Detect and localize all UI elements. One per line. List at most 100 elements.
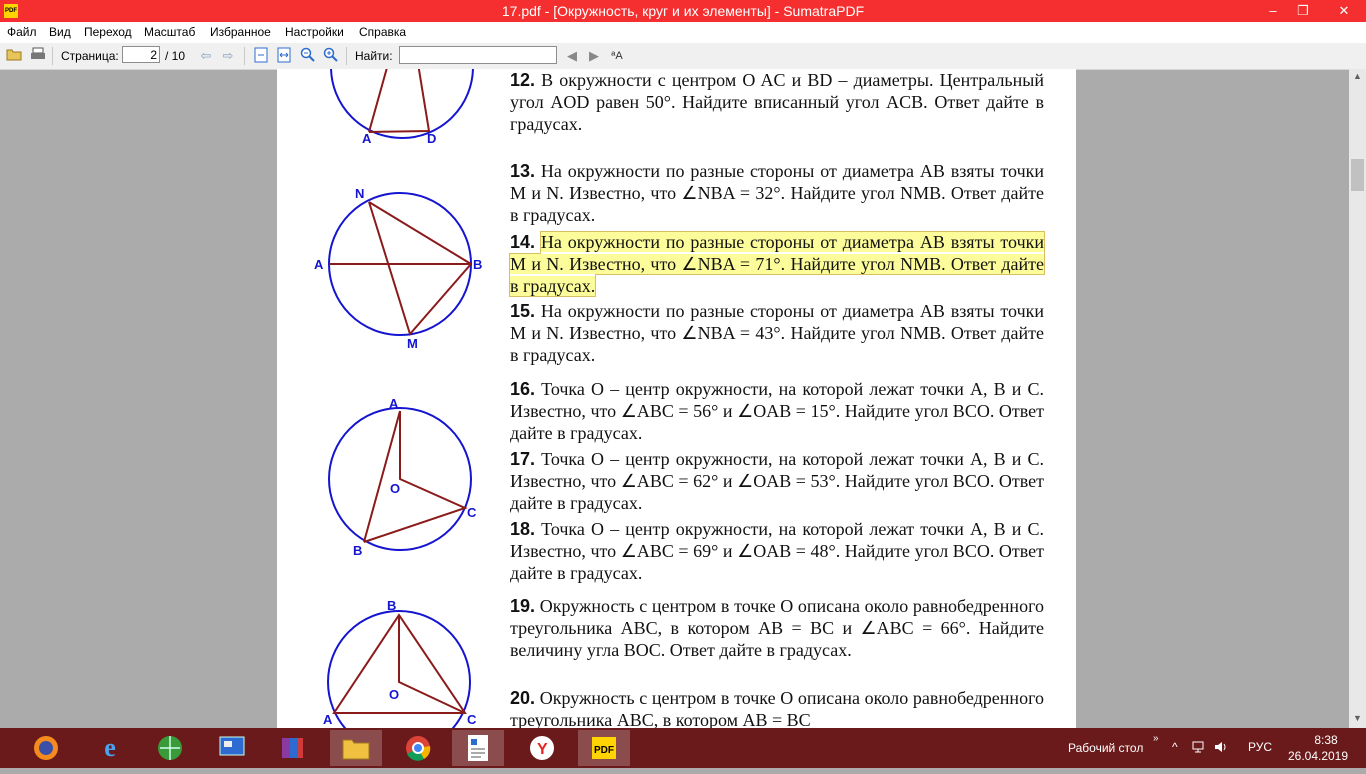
scroll-down-icon[interactable]: ▼ [1349, 713, 1366, 723]
problem-text: Точка O – центр окружности, на которой л… [510, 449, 1045, 513]
winrar-icon[interactable] [266, 730, 318, 766]
scrollbar-thumb[interactable] [1351, 159, 1364, 191]
label-O: O [389, 687, 399, 702]
chevron-up-icon[interactable]: ^ [1172, 740, 1178, 754]
open-folder-icon[interactable] [5, 47, 23, 65]
toolbar: Страница: / 10 ⇦ ⇨ Найти: ◀ ▶ ªA [0, 43, 1366, 70]
menu-file[interactable]: Файл [7, 25, 37, 39]
close-button[interactable]: ✕ [1322, 0, 1366, 22]
label-M: M [407, 336, 418, 351]
circle [330, 69, 474, 139]
segments [332, 613, 467, 714]
network-status-icon[interactable] [1192, 740, 1204, 757]
problem-text: Точка O – центр окружности, на которой л… [510, 379, 1045, 443]
svg-text:PDF: PDF [594, 745, 614, 756]
problem-text: На окружности по разные стороны от диаме… [510, 161, 1044, 225]
vertical-scrollbar[interactable]: ▲ ▼ [1349, 69, 1366, 728]
clock-time[interactable]: 8:38 [1296, 733, 1356, 747]
find-label: Найти: [355, 49, 393, 63]
page-number-input[interactable] [122, 46, 160, 63]
problem-13: 13. На окружности по разные стороны от д… [510, 160, 1044, 226]
problem-text: Окружность с центром в точке O описана о… [510, 688, 1045, 728]
previous-page-icon[interactable]: ⇦ [197, 47, 215, 65]
menu-zoom[interactable]: Масштаб [144, 25, 195, 39]
problem-18: 18. Точка O – центр окружности, на котор… [510, 518, 1044, 584]
chevron-right-icon[interactable]: » [1153, 733, 1159, 744]
figure-isosceles-triangle: B O A C [323, 598, 477, 728]
yandex-browser-icon[interactable]: Y [516, 730, 568, 766]
problem-text: В окружности с центром O AC и BD – диаме… [510, 70, 1045, 134]
problem-number: 20. [510, 688, 536, 708]
segments [363, 410, 468, 543]
clock-date[interactable]: 26.04.2019 [1283, 749, 1353, 763]
restore-button[interactable]: ❐ [1288, 0, 1318, 22]
network-icon[interactable] [144, 730, 196, 766]
problem-text: Точка O – центр окружности, на которой л… [510, 519, 1045, 583]
problem-text: Окружность с центром в точке O описана о… [510, 596, 1045, 660]
file-explorer-icon[interactable] [330, 730, 382, 766]
problem-17: 17. Точка O – центр окружности, на котор… [510, 448, 1044, 514]
search-highlight: На окружности по разные стороны от диаме… [509, 231, 1045, 297]
label-C: C [467, 505, 477, 520]
problem-16: 16. Точка O – центр окружности, на котор… [510, 378, 1044, 444]
toolbar-separator [52, 47, 53, 65]
zoom-in-icon[interactable] [322, 47, 340, 65]
print-icon[interactable] [29, 47, 47, 65]
page-label: Страница: [61, 49, 119, 63]
next-page-icon[interactable]: ⇨ [219, 47, 237, 65]
problem-number: 16. [510, 379, 536, 399]
problem-20: 20. Окружность с центром в точке O описа… [510, 687, 1044, 728]
problem-text: На окружности по разные стороны от диаме… [510, 301, 1044, 365]
firefox-icon[interactable] [20, 730, 72, 766]
document-viewer-icon[interactable] [452, 730, 504, 766]
figure-circle-diameters: A D [330, 69, 474, 145]
problem-number: 12. [510, 70, 536, 90]
label-B: B [353, 543, 362, 558]
fit-page-icon[interactable] [252, 47, 270, 65]
page-total: / 10 [165, 49, 186, 63]
zoom-out-icon[interactable] [299, 47, 317, 65]
title-bar: PDF 17.pdf - [Окружность, круг и их элем… [0, 0, 1366, 22]
problem-number: 15. [510, 301, 536, 321]
figure-diameter-points: N A B M [314, 186, 482, 351]
internet-explorer-icon[interactable]: e [84, 730, 136, 766]
problem-number: 13. [510, 161, 536, 181]
menu-settings[interactable]: Настройки [285, 25, 344, 39]
problem-14: 14. На окружности по разные стороны от д… [509, 231, 1045, 297]
label-B: B [387, 598, 396, 613]
document-page[interactable]: A D N A B M A O C B B O A C 12. В окружн… [277, 69, 1076, 728]
label-A: A [362, 131, 372, 145]
problem-number: 17. [510, 449, 536, 469]
toolbar-separator [346, 47, 347, 65]
label-A: A [389, 396, 399, 411]
menu-favorites[interactable]: Избранное [210, 25, 271, 39]
fit-width-icon[interactable] [275, 47, 293, 65]
chrome-icon[interactable] [392, 730, 444, 766]
sumatra-pdf-icon[interactable]: PDF [578, 730, 630, 766]
volume-icon[interactable] [1214, 740, 1228, 757]
menu-go-to[interactable]: Переход [84, 25, 132, 39]
label-A: A [314, 257, 324, 272]
scroll-up-icon[interactable]: ▲ [1349, 71, 1366, 81]
problem-19: 19. Окружность с центром в точке O описа… [510, 595, 1044, 661]
label-N: N [355, 186, 364, 201]
taskbar: e Y PDF Рабочий стол » ^ РУС 8:38 26.04.… [0, 728, 1366, 768]
control-panel-icon[interactable] [206, 730, 258, 766]
menu-bar: Файл Вид Переход Масштаб Избранное Настр… [0, 22, 1366, 43]
problem-12: 12. В окружности с центром O AC и BD – д… [510, 69, 1044, 135]
label-B: B [473, 257, 482, 272]
find-input[interactable] [399, 46, 557, 64]
language-indicator[interactable]: РУС [1248, 740, 1272, 754]
find-previous-icon[interactable]: ◀ [563, 47, 581, 65]
menu-help[interactable]: Справка [359, 25, 406, 39]
label-C: C [467, 712, 477, 727]
desktop-toolbar-label[interactable]: Рабочий стол [1068, 741, 1143, 755]
window-title: 17.pdf - [Окружность, круг и их элементы… [501, 3, 865, 19]
label-A: A [323, 712, 333, 727]
find-next-icon[interactable]: ▶ [585, 47, 603, 65]
match-case-icon[interactable]: ªA [608, 47, 626, 65]
problem-number: 14. [510, 232, 536, 252]
menu-view[interactable]: Вид [49, 25, 71, 39]
minimize-button[interactable]: – [1258, 0, 1288, 22]
figure-center-triangle: A O C B [328, 396, 477, 558]
